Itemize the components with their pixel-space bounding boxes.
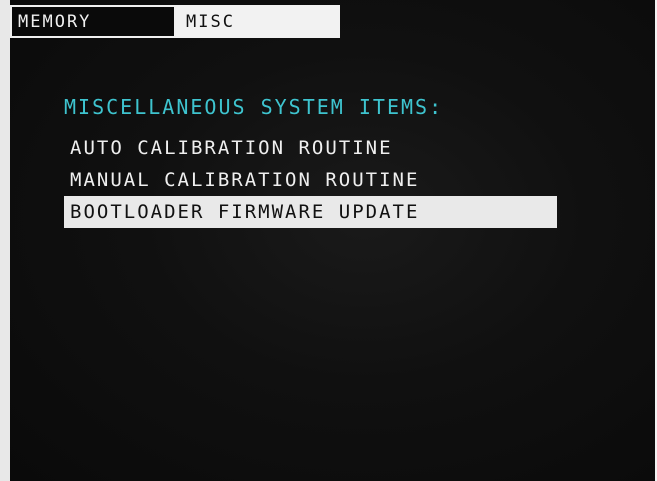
tab-misc-label: MISC <box>186 11 235 32</box>
menu-title: MISCELLANEOUS SYSTEM ITEMS: <box>64 95 444 119</box>
menu-item-manual-calibration[interactable]: MANUAL CALIBRATION ROUTINE <box>64 164 557 196</box>
display-screen: MEMORY MISC MISCELLANEOUS SYSTEM ITEMS: … <box>10 0 655 481</box>
tab-memory[interactable]: MEMORY <box>10 5 176 38</box>
misc-menu: MISCELLANEOUS SYSTEM ITEMS: AUTO CALIBRA… <box>64 92 557 228</box>
tab-memory-label: MEMORY <box>18 11 92 32</box>
menu-item-auto-calibration[interactable]: AUTO CALIBRATION ROUTINE <box>64 132 557 164</box>
menu-item-bootloader-update[interactable]: BOOTLOADER FIRMWARE UPDATE <box>64 196 557 228</box>
tab-misc[interactable]: MISC <box>176 5 340 38</box>
screen-background <box>10 0 655 481</box>
screen-bezel-left <box>0 0 10 481</box>
tab-bar: MEMORY MISC <box>10 5 340 38</box>
